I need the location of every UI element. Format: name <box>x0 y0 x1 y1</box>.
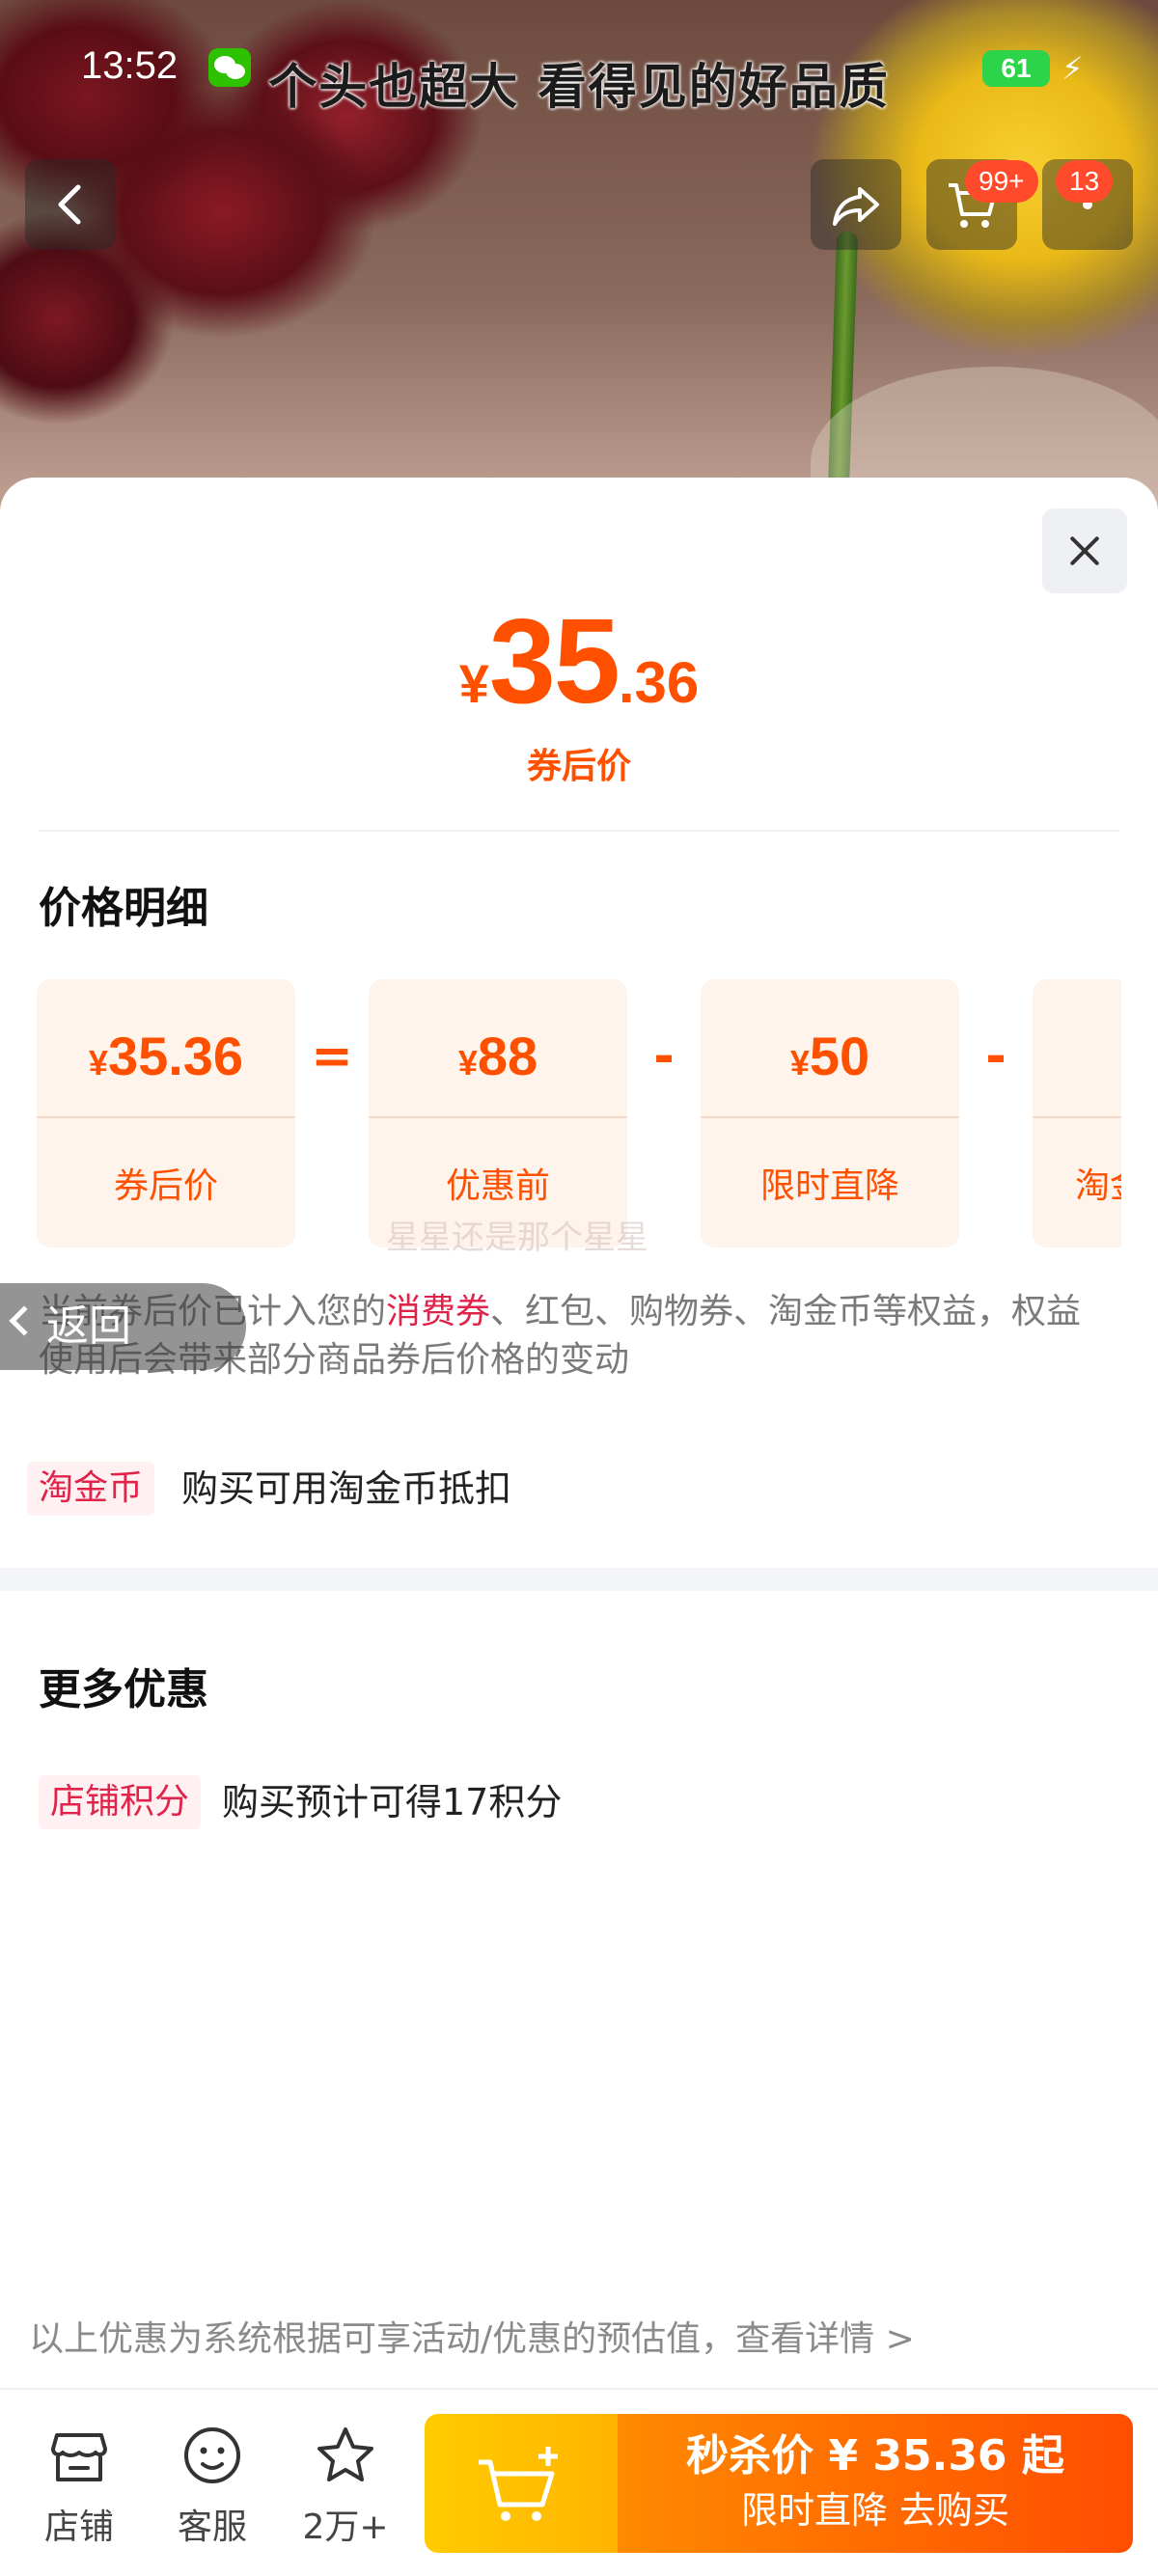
taojinbi-tag: 淘金币 <box>27 1462 155 1516</box>
currency-symbol: ¥ <box>88 1043 108 1082</box>
back-button[interactable] <box>25 159 116 250</box>
buy-button-subtitle: 限时直降 去购买 <box>740 2489 1010 2532</box>
breakdown-value: 35.36 <box>107 1026 244 1086</box>
breakdown-label: 限时直降 <box>759 1166 899 1206</box>
share-button[interactable] <box>811 159 901 250</box>
price-detail-sheet: ¥35.36 券后价 价格明细 ¥35.36 券后价 = ¥88 优惠前 - ¥… <box>0 478 1158 2576</box>
hero-price: ¥35.36 <box>0 593 1158 730</box>
currency-symbol: ¥ <box>789 1043 810 1082</box>
store-icon <box>51 2433 107 2481</box>
share-icon <box>833 187 879 226</box>
breakdown-card-coin-discount: ¥2 淘金币抵扣 <box>1033 979 1121 1247</box>
minus-operator: - <box>653 1028 675 1085</box>
flash-sale-buy-button[interactable]: 秒杀价 ¥ 35.36 起 限时直降 去购买 <box>618 2414 1133 2553</box>
divider <box>39 830 1119 832</box>
favorite-count: 2万+ <box>302 2507 389 2547</box>
bottom-action-bar: 店铺 客服 2万+ 秒杀价 ¥ 35.36 起 限时直降 去购买 <box>0 2393 1158 2576</box>
equals-operator: = <box>311 1028 353 1085</box>
store-button[interactable]: 店铺 <box>21 2422 137 2549</box>
wechat-icon <box>208 48 251 87</box>
divider <box>0 2388 1158 2390</box>
customer-service-label: 客服 <box>177 2507 247 2547</box>
message-count-badge: 13 <box>1056 160 1114 203</box>
store-points-tag: 店铺积分 <box>39 1775 202 1829</box>
minus-operator: - <box>985 1028 1006 1085</box>
store-label: 店铺 <box>43 2507 114 2547</box>
taojinbi-desc: 购买可用淘金币抵扣 <box>181 1467 512 1510</box>
hero-price-label: 券后价 <box>526 747 631 786</box>
return-label: 返回 <box>46 1302 131 1351</box>
breakdown-card-final: ¥35.36 券后价 <box>37 979 295 1247</box>
user-watermark: 星星还是那个星星 <box>386 1219 648 1257</box>
hero-price-decimal: .36 <box>618 650 700 715</box>
cart-count-badge: 99+ <box>965 160 1038 203</box>
breakdown-label: 优惠前 <box>445 1166 550 1206</box>
price-breakdown-row[interactable]: ¥35.36 券后价 = ¥88 优惠前 - ¥50 限时直降 - ¥2 淘金币… <box>37 979 1121 1249</box>
offer-details-link[interactable]: 以上优惠为系统根据可享活动/优惠的预估值，查看详情 > <box>29 2311 915 2361</box>
chevron-left-icon <box>9 1305 40 1336</box>
breakdown-label: 券后价 <box>113 1166 218 1206</box>
store-points-row: 店铺积分 购买预计可得17积分 <box>39 1775 562 1829</box>
section-separator <box>0 1568 1158 1591</box>
hero-currency: ¥ <box>458 653 489 714</box>
breakdown-card-original: ¥88 优惠前 <box>369 979 627 1247</box>
taojinbi-row: 淘金币 购买可用淘金币抵扣 <box>27 1462 511 1516</box>
favorite-button[interactable]: 2万+ <box>288 2422 403 2549</box>
breakdown-value: 50 <box>809 1026 870 1086</box>
charging-icon: ⚡ <box>1062 50 1084 87</box>
buy-button-price: 秒杀价 ¥ 35.36 起 <box>686 2431 1064 2480</box>
breakdown-label: 淘金币抵扣 <box>1074 1166 1121 1206</box>
price-detail-title: 价格明细 <box>39 884 208 933</box>
chevron-left-icon <box>58 184 81 225</box>
customer-service-icon <box>184 2427 240 2483</box>
store-points-desc: 购买预计可得17积分 <box>222 1781 563 1823</box>
breakdown-card-flash-discount: ¥50 限时直降 <box>701 979 959 1247</box>
return-button[interactable]: 返回 <box>0 1283 246 1370</box>
battery-indicator: 61 <box>982 50 1050 87</box>
star-icon <box>317 2427 373 2481</box>
hero-price-integer: 35 <box>488 595 620 728</box>
consumption-coupon-link[interactable]: 消费券 <box>386 1292 490 1331</box>
close-button[interactable] <box>1042 508 1127 593</box>
breakdown-value: 88 <box>477 1026 538 1086</box>
currency-symbol: ¥ <box>457 1043 478 1082</box>
customer-service-button[interactable]: 客服 <box>154 2422 270 2549</box>
more-offers-title: 更多优惠 <box>39 1665 208 1714</box>
status-time: 13:52 <box>81 44 179 87</box>
add-to-cart-icon <box>479 2447 558 2521</box>
add-to-cart-button[interactable] <box>425 2414 618 2553</box>
